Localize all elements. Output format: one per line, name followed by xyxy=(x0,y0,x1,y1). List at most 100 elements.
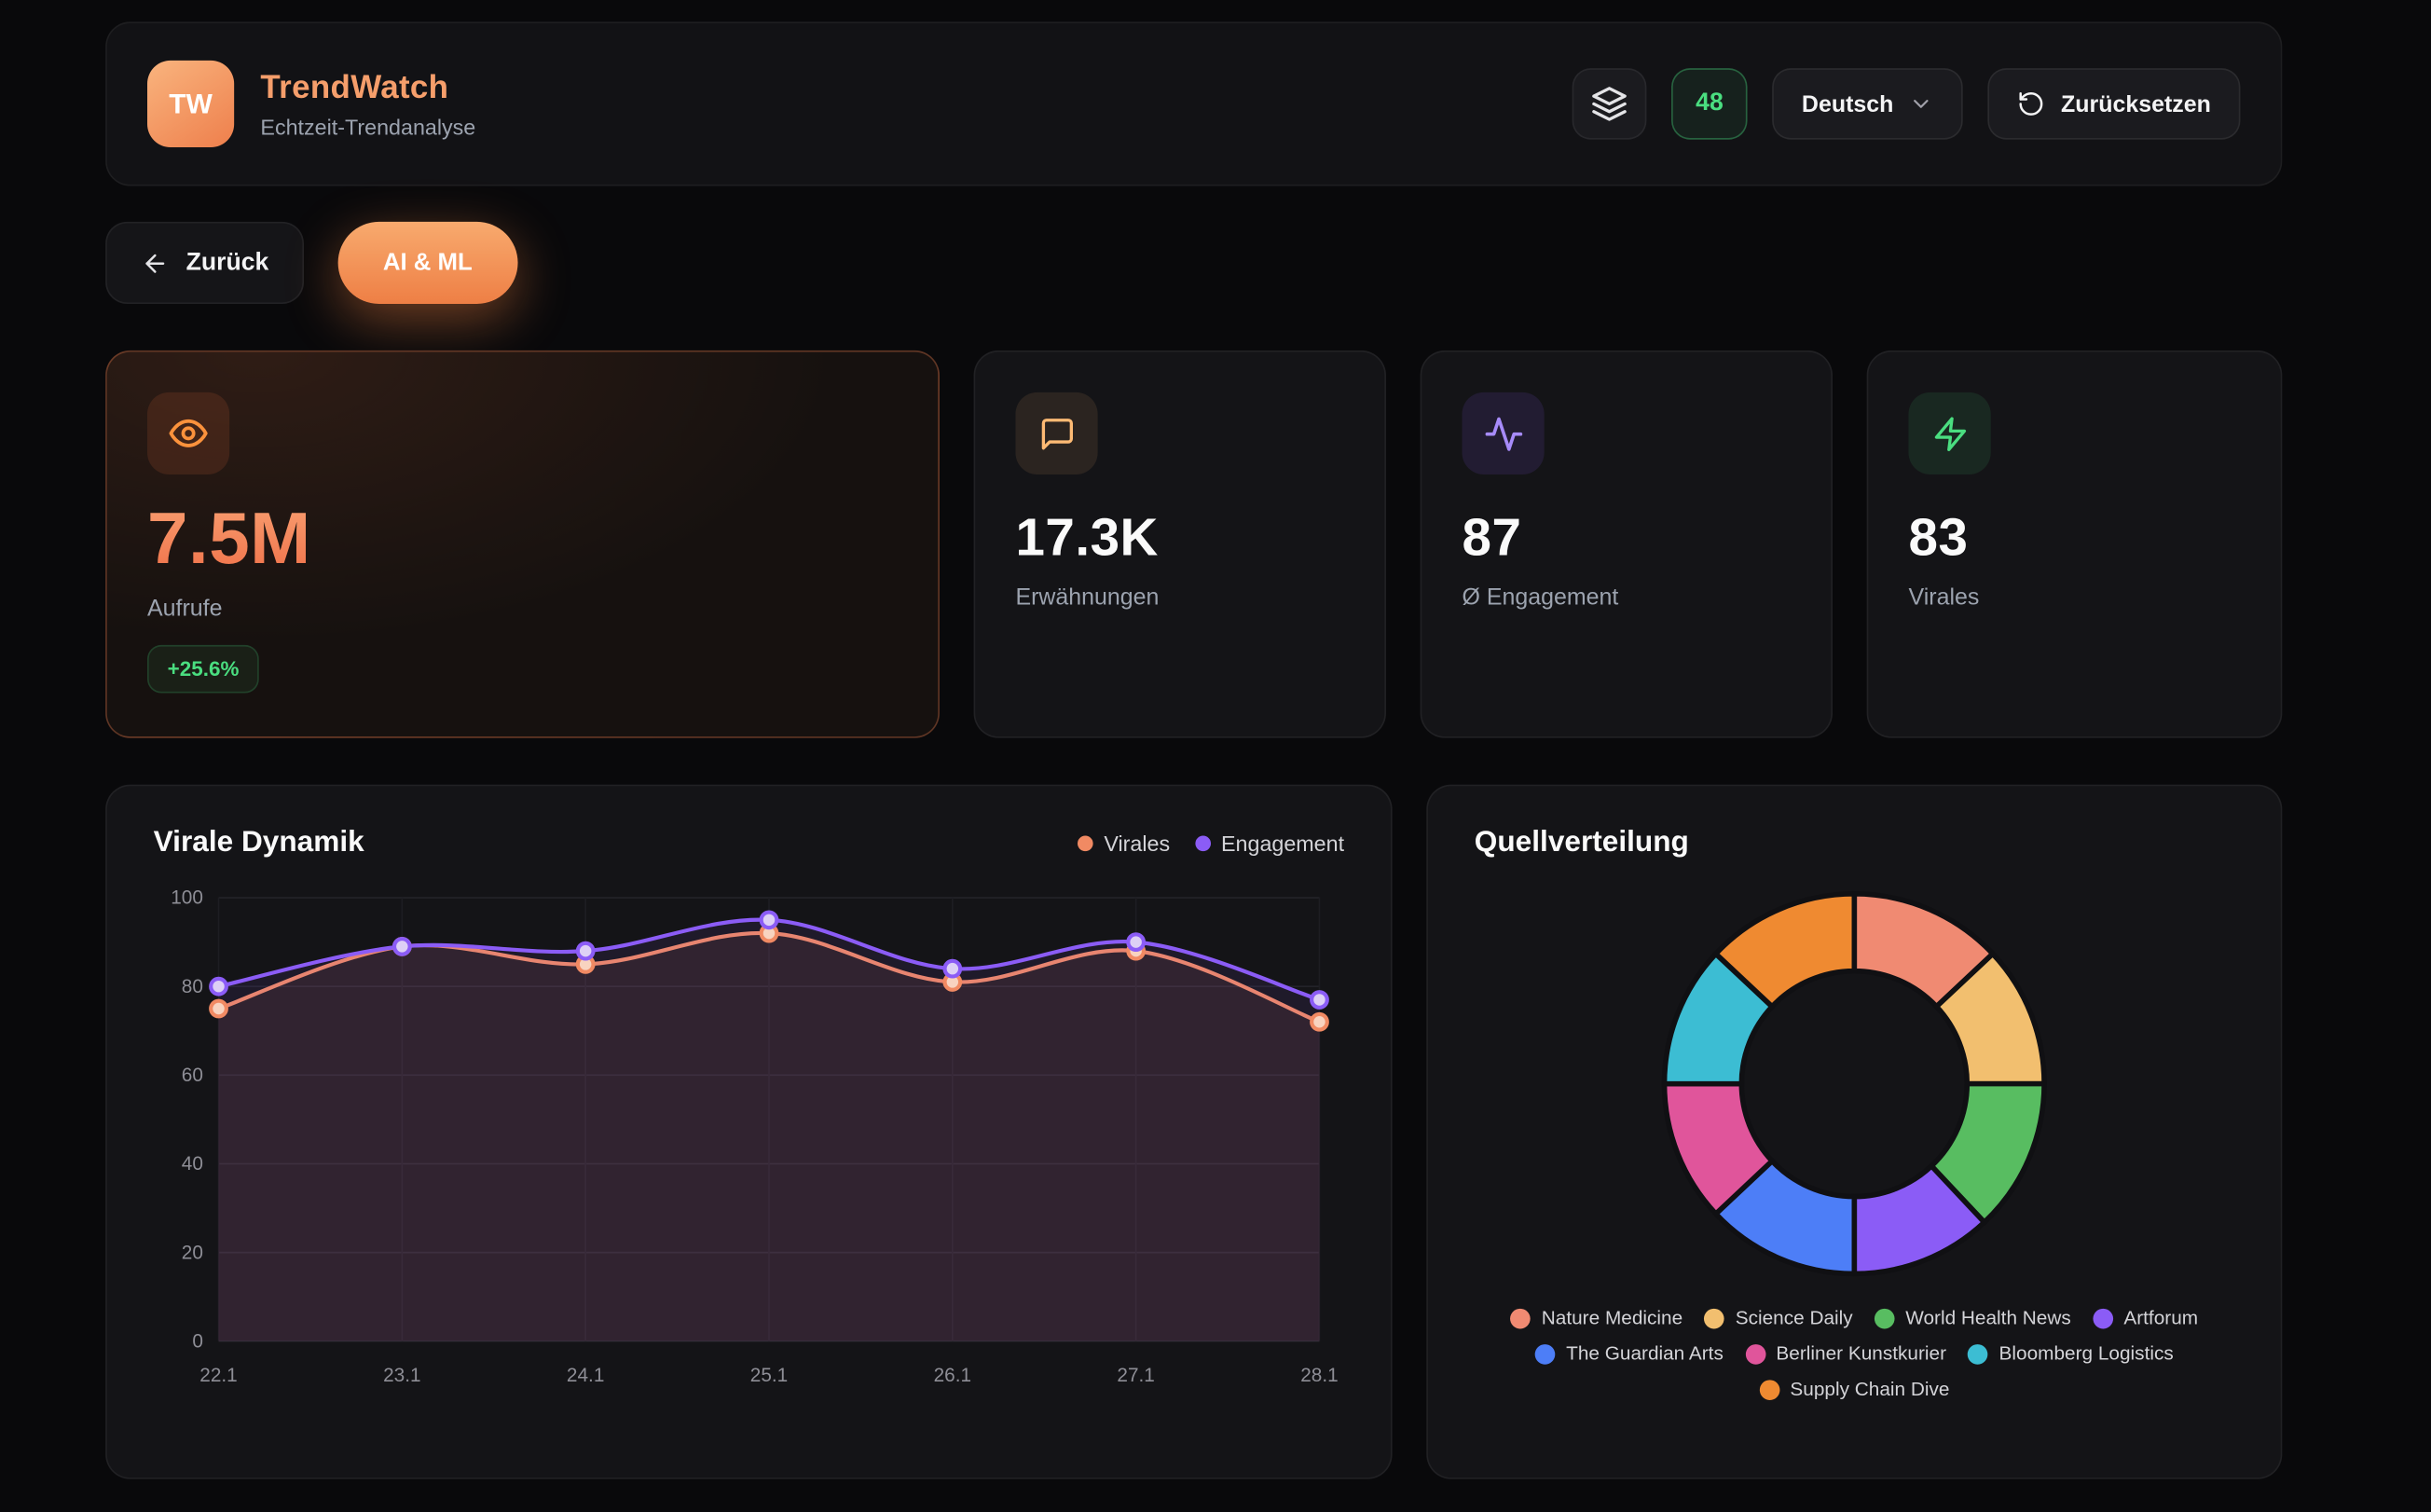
reset-label: Zurücksetzen xyxy=(2061,90,2211,117)
line-chart: 0 20 40 60 80 100 22.1 23.1 24.1 25.1 26.1 27.1 28.1 xyxy=(154,876,1348,1400)
legend-label: The Guardian Arts xyxy=(1566,1342,1724,1364)
legend-item[interactable]: The Guardian Arts xyxy=(1535,1342,1724,1364)
header: TW TrendWatch Echtzeit-Trendanalyse 48 D… xyxy=(105,21,2282,186)
legend-label: Engagement xyxy=(1221,832,1344,857)
legend-item[interactable]: Artforum xyxy=(2093,1307,2198,1328)
rotate-ccw-icon xyxy=(2017,89,2045,117)
data-point[interactable] xyxy=(211,979,227,995)
legend-label: Nature Medicine xyxy=(1542,1307,1682,1328)
stat-value: 83 xyxy=(1909,509,2241,570)
x-axis-tick: 22.1 xyxy=(199,1365,237,1386)
line-chart-card: Virale Dynamik Virales Engagement 0 20 40 60… xyxy=(105,785,1393,1479)
legend-label: Bloomberg Logistics xyxy=(1999,1342,2174,1364)
reset-button[interactable]: Zurücksetzen xyxy=(1988,68,2241,140)
legend-dot xyxy=(1510,1308,1531,1328)
series-area xyxy=(219,920,1320,1341)
y-axis-tick: 60 xyxy=(182,1065,203,1086)
stat-label: Ø Engagement xyxy=(1462,584,1791,611)
legend-dot xyxy=(1195,836,1211,852)
layers-icon xyxy=(1591,85,1628,122)
legend-item[interactable]: Engagement xyxy=(1195,832,1344,857)
legend-dot xyxy=(1078,836,1093,852)
stat-value: 87 xyxy=(1462,509,1791,570)
app-subtitle: Echtzeit-Trendanalyse xyxy=(260,114,475,139)
stat-value: 7.5M xyxy=(147,495,898,580)
legend-item[interactable]: Supply Chain Dive xyxy=(1759,1379,1949,1400)
stat-value: 17.3K xyxy=(1015,509,1344,570)
charts-row: Virale Dynamik Virales Engagement 0 20 40 60… xyxy=(105,785,2282,1479)
stat-label: Virales xyxy=(1909,584,2241,611)
legend-dot xyxy=(1745,1343,1765,1364)
legend-item[interactable]: Virales xyxy=(1078,832,1170,857)
topbar-actions: 48 Deutsch Zurücksetzen xyxy=(1573,68,2241,140)
legend-label: Supply Chain Dive xyxy=(1790,1379,1949,1400)
line-chart-legend: Virales Engagement xyxy=(1078,832,1344,857)
data-point[interactable] xyxy=(1312,1014,1327,1030)
legend-dot xyxy=(1968,1343,1988,1364)
legend-item[interactable]: World Health News xyxy=(1875,1307,2071,1328)
brand: TW TrendWatch Echtzeit-Trendanalyse xyxy=(147,61,475,147)
back-label: Zurück xyxy=(186,249,269,277)
x-axis-tick: 25.1 xyxy=(750,1365,788,1386)
donut-chart-card: Quellverteilung Nature MedicineScience D… xyxy=(1426,785,2282,1479)
legend-label: Artforum xyxy=(2123,1307,2198,1328)
zap-icon xyxy=(1909,392,1991,474)
legend-item[interactable]: Berliner Kunstkurier xyxy=(1745,1342,1946,1364)
stat-card-erwaehnungen[interactable]: 17.3K Erwähnungen xyxy=(974,351,1386,738)
legend-label: Berliner Kunstkurier xyxy=(1776,1342,1946,1364)
app-logo: TW xyxy=(147,61,234,147)
legend-label: Virales xyxy=(1104,832,1170,857)
delta-badge: +25.6% xyxy=(147,645,259,694)
data-point[interactable] xyxy=(945,961,961,977)
layers-button[interactable] xyxy=(1573,68,1647,140)
stat-label: Aufrufe xyxy=(147,596,898,622)
x-axis-tick: 27.1 xyxy=(1117,1365,1154,1386)
message-icon xyxy=(1015,392,1097,474)
stat-card-virales[interactable]: 83 Virales xyxy=(1867,351,2283,738)
active-topic-pill[interactable]: AI & ML xyxy=(338,222,517,304)
app-title: TrendWatch xyxy=(260,69,475,106)
donut-wrap xyxy=(1475,876,2234,1292)
legend-dot xyxy=(1875,1308,1895,1328)
stat-card-engagement[interactable]: 87 Ø Engagement xyxy=(1421,351,1833,738)
data-point[interactable] xyxy=(1312,992,1327,1008)
language-label: Deutsch xyxy=(1802,90,1893,117)
donut-chart-legend: Nature Medicine Science Daily World Health… xyxy=(1487,1307,2221,1400)
legend-label: World Health News xyxy=(1905,1307,2071,1328)
legend-dot xyxy=(1704,1308,1724,1328)
activity-icon xyxy=(1462,392,1544,474)
data-point[interactable] xyxy=(762,913,777,928)
y-axis-tick: 40 xyxy=(182,1153,203,1175)
line-chart-title: Virale Dynamik xyxy=(154,827,364,861)
data-point[interactable] xyxy=(211,1001,227,1017)
y-axis-tick: 100 xyxy=(171,887,203,909)
y-axis-tick: 80 xyxy=(182,976,203,997)
legend-item[interactable]: Nature Medicine xyxy=(1510,1307,1682,1328)
legend-item[interactable]: Bloomberg Logistics xyxy=(1968,1342,2173,1364)
x-axis-tick: 28.1 xyxy=(1300,1365,1338,1386)
eye-icon xyxy=(147,392,229,474)
stat-card-aufrufe[interactable]: 7.5M Aufrufe +25.6% xyxy=(105,351,940,738)
trendwatch-dashboard: TW TrendWatch Echtzeit-Trendanalyse 48 D… xyxy=(0,0,2431,1512)
y-axis-tick: 0 xyxy=(192,1330,203,1352)
language-selector[interactable]: Deutsch xyxy=(1772,68,1963,140)
data-point[interactable] xyxy=(394,939,410,955)
stat-label: Erwähnungen xyxy=(1015,584,1344,611)
legend-dot xyxy=(1759,1380,1779,1400)
back-button[interactable]: Zurück xyxy=(105,222,304,304)
legend-dot xyxy=(2093,1308,2113,1328)
legend-item[interactable]: Science Daily xyxy=(1704,1307,1852,1328)
arrow-left-icon xyxy=(141,249,169,277)
legend-label: Science Daily xyxy=(1736,1307,1853,1328)
x-axis-tick: 23.1 xyxy=(383,1365,420,1386)
count-badge[interactable]: 48 xyxy=(1671,68,1748,140)
data-point[interactable] xyxy=(1128,934,1144,950)
y-axis-tick: 20 xyxy=(182,1242,203,1263)
chevron-down-icon xyxy=(1909,91,1934,117)
stats-row: 7.5M Aufrufe +25.6% 17.3K Erwähnungen 87… xyxy=(105,351,2282,738)
x-axis-tick: 24.1 xyxy=(567,1365,604,1386)
x-axis-tick: 26.1 xyxy=(934,1365,971,1386)
data-point[interactable] xyxy=(578,943,594,959)
donut-chart xyxy=(1475,876,2234,1292)
legend-dot xyxy=(1535,1343,1556,1364)
